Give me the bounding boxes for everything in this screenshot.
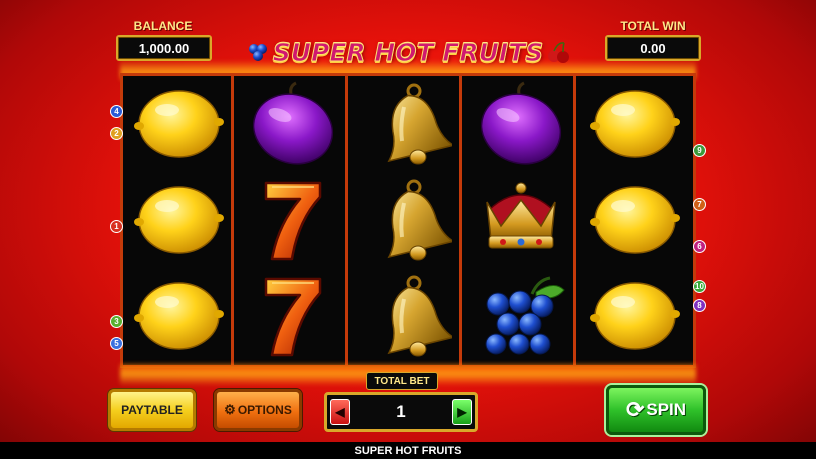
bell-symbol <box>351 76 462 172</box>
balance-label: BALANCE <box>133 19 193 33</box>
payline-marker-left-2: 2 <box>110 127 123 140</box>
bell-icon <box>386 83 452 165</box>
payline-marker-left-3: 3 <box>110 315 123 328</box>
lemon-icon <box>589 282 680 350</box>
footer-bar: SUPER HOT FRUITS <box>0 442 816 459</box>
paytable-button[interactable]: PAYTABLE <box>108 389 196 431</box>
payline-marker-right-7: 7 <box>693 198 706 211</box>
bell-icon <box>386 275 452 357</box>
game-logo: SUPER HOT FRUITS <box>228 30 588 74</box>
payline-marker-right-8: 8 <box>693 299 706 312</box>
spin-button-label: SPIN <box>646 400 687 419</box>
lemon-symbol <box>123 268 234 364</box>
total-bet-label: TOTAL BET <box>366 372 438 390</box>
bell-symbol <box>351 268 462 364</box>
balance-display: 1,000.00 <box>116 35 212 61</box>
seven-icon <box>264 277 321 357</box>
logo-title: SUPER HOT FRUITS <box>272 37 544 67</box>
payline-marker-right-10: 10 <box>693 280 706 293</box>
lemon-symbol <box>579 268 690 364</box>
spin-button[interactable]: ⟳ SPIN <box>606 385 706 435</box>
payline-marker-right-6: 6 <box>693 240 706 253</box>
plum-icon <box>480 81 561 165</box>
crown-symbol <box>465 172 576 268</box>
logo-grapes-icon <box>248 44 267 61</box>
lemon-icon <box>589 90 680 158</box>
reel-2 <box>237 76 348 365</box>
payline-marker-left-4: 4 <box>110 105 123 118</box>
crown-icon <box>485 182 556 249</box>
grapes-icon <box>485 276 565 355</box>
seven-symbol <box>237 268 348 364</box>
payline-marker-right-9: 9 <box>693 144 706 157</box>
arrow-right-icon: ▶ <box>457 405 467 419</box>
refresh-icon: ⟳ <box>625 397 645 422</box>
logo-cherry-icon <box>548 42 570 63</box>
total-bet-value: 1 <box>396 402 406 421</box>
reel-4 <box>465 76 576 365</box>
options-button[interactable]: ⚙ OPTIONS <box>214 389 302 431</box>
lemon-symbol <box>123 76 234 172</box>
lemon-icon <box>589 186 680 254</box>
lemon-icon <box>133 186 224 254</box>
reel-area <box>120 73 696 368</box>
seven-icon <box>264 181 321 261</box>
reel-1 <box>123 76 234 365</box>
plum-icon <box>252 81 333 165</box>
lemon-icon <box>133 282 224 350</box>
bet-decrease-button[interactable]: ◀ <box>330 399 350 425</box>
bet-increase-button[interactable]: ▶ <box>452 399 472 425</box>
game-screen: BALANCE 1,000.00 TOTAL WIN 0.00 SUPER HO… <box>0 0 816 459</box>
footer-title: SUPER HOT FRUITS <box>354 444 462 457</box>
total-win-label: TOTAL WIN <box>620 19 686 33</box>
options-button-label: OPTIONS <box>237 403 292 417</box>
bell-symbol <box>351 172 462 268</box>
arrow-left-icon: ◀ <box>335 405 345 419</box>
total-win-display: 0.00 <box>605 35 701 61</box>
reel-5 <box>579 76 690 365</box>
lemon-symbol <box>123 172 234 268</box>
plum-symbol <box>237 76 348 172</box>
reel-3 <box>351 76 462 365</box>
lemon-symbol <box>579 76 690 172</box>
seven-symbol <box>237 172 348 268</box>
grapes-symbol <box>465 268 576 364</box>
lemon-symbol <box>579 172 690 268</box>
total-bet-panel: ◀ 1 ▶ <box>324 392 478 432</box>
paytable-button-label: PAYTABLE <box>121 403 183 417</box>
payline-marker-left-5: 5 <box>110 337 123 350</box>
bell-icon <box>386 179 452 261</box>
gear-icon: ⚙ <box>224 402 236 417</box>
payline-marker-left-1: 1 <box>110 220 123 233</box>
lemon-icon <box>133 90 224 158</box>
plum-symbol <box>465 76 576 172</box>
